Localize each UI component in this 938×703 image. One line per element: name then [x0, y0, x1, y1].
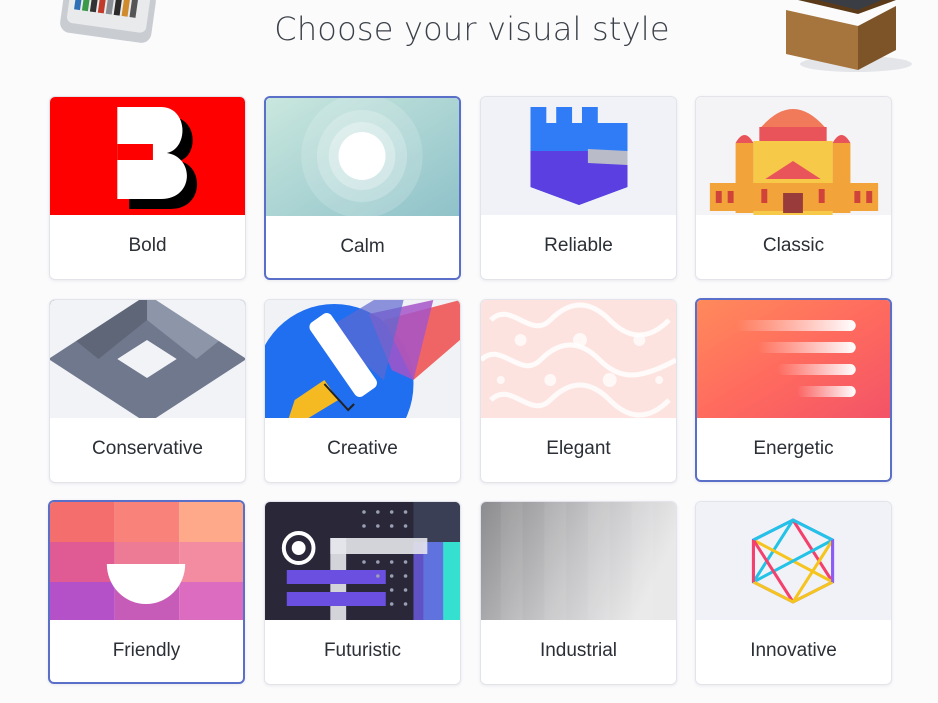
page-title: Choose your visual style	[274, 10, 670, 48]
style-card-calm[interactable]: Calm	[264, 96, 461, 280]
reliable-thumbnail	[481, 97, 676, 215]
friendly-thumbnail	[50, 502, 243, 620]
style-label: Bold	[128, 235, 167, 256]
classic-thumbnail	[696, 97, 891, 215]
style-card-bold[interactable]: Bold	[49, 96, 246, 280]
style-label: Creative	[327, 438, 398, 459]
style-label: Conservative	[92, 438, 203, 459]
energetic-thumbnail	[697, 300, 890, 418]
style-label: Industrial	[539, 640, 618, 661]
conservative-thumbnail	[50, 300, 245, 418]
style-label: Friendly	[112, 640, 181, 661]
style-card-elegant[interactable]: Elegant	[480, 299, 677, 483]
calm-thumbnail	[266, 98, 459, 216]
style-label: Calm	[340, 236, 385, 257]
style-card-classic[interactable]: Classic	[695, 96, 892, 280]
style-card-conservative[interactable]: Conservative	[49, 299, 246, 483]
style-card-energetic[interactable]: Energetic	[695, 298, 892, 482]
style-card-futuristic[interactable]: Futuristic	[264, 501, 461, 685]
style-label: Futuristic	[323, 640, 402, 661]
innovative-thumbnail	[696, 502, 891, 620]
style-label: Classic	[762, 235, 825, 256]
style-label: Reliable	[544, 235, 613, 256]
style-card-innovative[interactable]: Innovative	[695, 501, 892, 685]
futuristic-thumbnail	[265, 502, 460, 620]
style-card-reliable[interactable]: Reliable	[480, 96, 677, 280]
elegant-thumbnail	[481, 300, 676, 418]
style-label: Energetic	[753, 438, 834, 459]
style-label: Innovative	[750, 640, 837, 661]
bold-thumbnail	[50, 97, 245, 215]
style-card-industrial[interactable]: Industrial	[480, 501, 677, 685]
style-label: Elegant	[546, 438, 611, 459]
creative-thumbnail	[265, 300, 460, 418]
style-card-friendly[interactable]: Friendly	[48, 500, 245, 684]
style-card-creative[interactable]: Creative	[264, 299, 461, 483]
industrial-thumbnail	[481, 502, 676, 620]
